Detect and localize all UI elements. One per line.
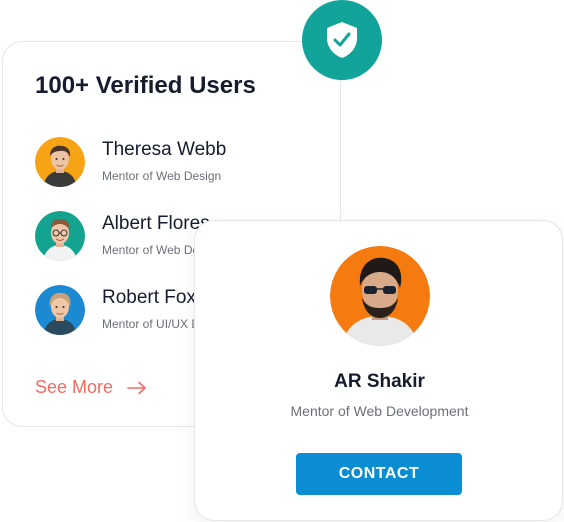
avatar bbox=[330, 246, 430, 346]
avatar bbox=[35, 211, 85, 261]
verified-users-title: 100+ Verified Users bbox=[35, 72, 256, 99]
user-name: Robert Fox bbox=[102, 287, 196, 308]
user-role: Mentor of Web Design bbox=[102, 169, 222, 183]
shield-check-icon bbox=[324, 20, 360, 60]
avatar bbox=[35, 137, 85, 187]
user-item-theresa-webb[interactable]: Theresa Webb Mentor of Web Design bbox=[35, 137, 335, 189]
verified-users-showcase: 100+ Verified Users Theresa Webb Mentor … bbox=[0, 0, 564, 522]
mentor-name: AR Shakir bbox=[334, 371, 425, 392]
see-more-label: See More bbox=[35, 377, 114, 397]
contact-button[interactable]: CONTACT bbox=[296, 453, 462, 495]
verified-badge bbox=[302, 0, 382, 80]
mentor-profile-card: AR Shakir Mentor of Web Development CONT… bbox=[194, 220, 563, 521]
see-more-link[interactable]: See More bbox=[35, 377, 147, 398]
mentor-role: Mentor of Web Development bbox=[290, 403, 469, 419]
avatar bbox=[35, 285, 85, 335]
user-name: Theresa Webb bbox=[102, 139, 227, 160]
arrow-right-icon bbox=[127, 381, 147, 395]
user-name: Albert Flores bbox=[102, 213, 210, 234]
